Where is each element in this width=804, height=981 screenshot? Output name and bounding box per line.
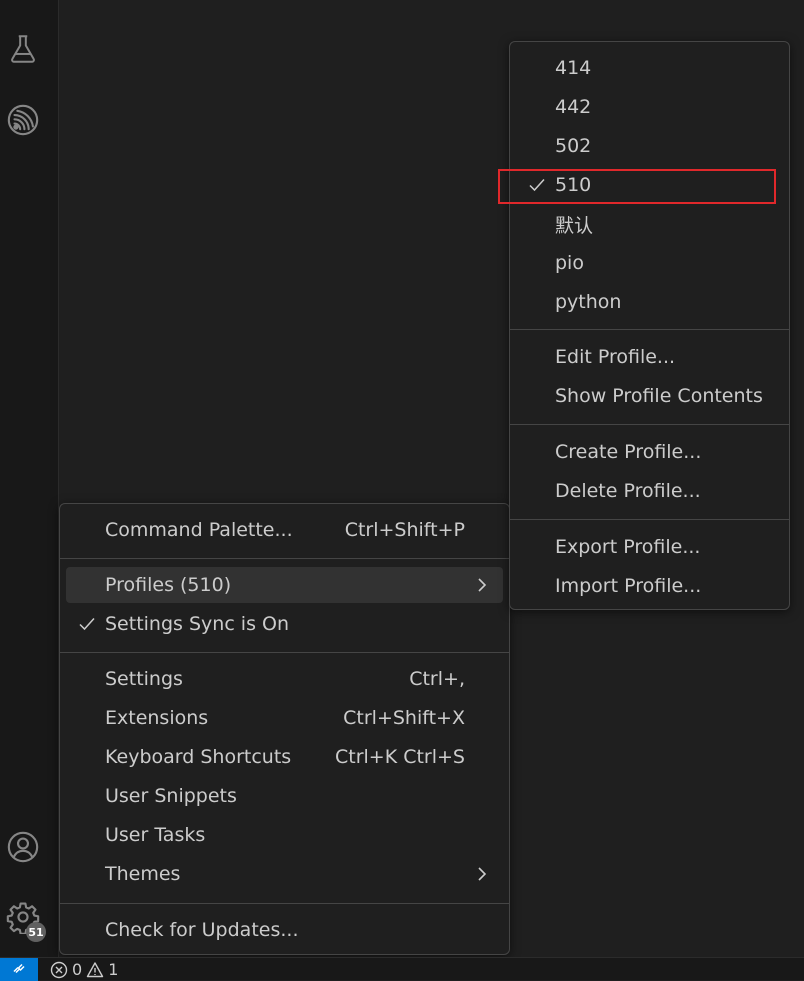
menu-separator: [510, 329, 789, 330]
menu-item-keyboard-shortcuts[interactable]: Keyboard Shortcuts Ctrl+K Ctrl+S: [66, 739, 503, 775]
menu-item-show-profile-contents[interactable]: Show Profile Contents: [516, 378, 783, 414]
manage-menu: Command Palette... Ctrl+Shift+P Profiles…: [59, 503, 510, 955]
shortcut-label: Ctrl+Shift+X: [343, 707, 465, 729]
error-icon: [50, 961, 68, 978]
profile-item-python[interactable]: python: [516, 284, 783, 320]
menu-item-extensions[interactable]: Extensions Ctrl+Shift+X: [66, 700, 503, 736]
chevron-right-icon: [478, 867, 487, 881]
menu-item-user-tasks[interactable]: User Tasks: [66, 817, 503, 853]
status-bar: 0 1: [0, 957, 804, 981]
problems-indicator[interactable]: 0 1: [50, 958, 118, 981]
espressif-icon[interactable]: [5, 102, 41, 138]
shortcut-label: Ctrl+,: [409, 668, 465, 690]
shortcut-label: Ctrl+K Ctrl+S: [334, 746, 465, 768]
error-count: 0: [72, 960, 83, 979]
shortcut-label: Ctrl+Shift+P: [344, 519, 465, 541]
warning-count: 1: [108, 960, 119, 979]
menu-item-delete-profile[interactable]: Delete Profile...: [516, 473, 783, 509]
menu-item-settings[interactable]: Settings Ctrl+,: [66, 661, 503, 697]
accounts-icon[interactable]: [5, 829, 41, 865]
chevron-right-icon: [478, 578, 487, 592]
profiles-submenu: 414 442 502 510 默认 pio python Edit Profi…: [509, 41, 790, 610]
activity-bar: 51: [0, 0, 59, 957]
menu-item-user-snippets[interactable]: User Snippets: [66, 778, 503, 814]
menu-separator: [60, 652, 509, 653]
remote-indicator-button[interactable]: [0, 958, 38, 981]
profile-item-442[interactable]: 442: [516, 89, 783, 125]
profile-item-502[interactable]: 502: [516, 128, 783, 164]
profile-item-pio[interactable]: pio: [516, 245, 783, 281]
menu-item-themes[interactable]: Themes: [66, 856, 503, 892]
menu-item-export-profile[interactable]: Export Profile...: [516, 529, 783, 565]
menu-separator: [60, 903, 509, 904]
testing-flask-icon[interactable]: [5, 31, 41, 67]
manage-badge: 51: [26, 922, 46, 942]
profile-item-default[interactable]: 默认: [516, 206, 783, 242]
menu-item-command-palette[interactable]: Command Palette... Ctrl+Shift+P: [66, 512, 503, 548]
menu-separator: [510, 519, 789, 520]
menu-item-create-profile[interactable]: Create Profile...: [516, 434, 783, 470]
menu-item-edit-profile[interactable]: Edit Profile...: [516, 339, 783, 375]
check-icon: [79, 617, 95, 631]
warning-icon: [86, 961, 104, 977]
menu-item-import-profile[interactable]: Import Profile...: [516, 568, 783, 604]
menu-item-profiles[interactable]: Profiles (510): [66, 567, 503, 603]
menu-item-check-for-updates[interactable]: Check for Updates...: [66, 912, 503, 948]
remote-icon: [13, 963, 25, 973]
menu-item-settings-sync[interactable]: Settings Sync is On: [66, 606, 503, 642]
menu-separator: [60, 558, 509, 559]
profile-item-414[interactable]: 414: [516, 50, 783, 86]
highlight-annotation-box: [498, 169, 776, 204]
menu-separator: [510, 424, 789, 425]
